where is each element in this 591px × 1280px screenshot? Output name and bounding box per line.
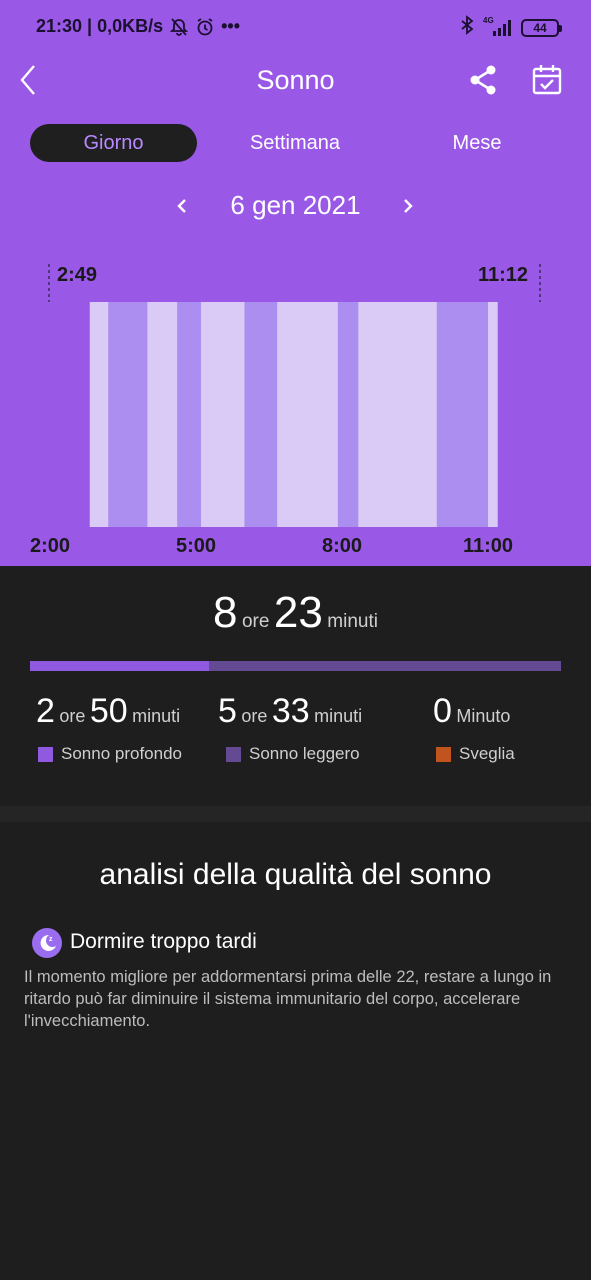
sleep-segment-leggero: [89, 302, 109, 527]
deep-hours: 2: [36, 692, 55, 730]
legend-label: Sveglia: [459, 744, 515, 763]
sleep-segment-leggero: [200, 302, 245, 527]
minutes-unit: minuti: [327, 611, 378, 632]
calendar-check-icon[interactable]: [530, 63, 564, 97]
moon-icon: z: [32, 928, 62, 958]
sleep-segment-profondo: [244, 302, 278, 527]
deep-minutes-unit: minuti: [132, 706, 181, 726]
tip-text: Il momento migliore per addormentarsi pr…: [24, 968, 552, 1030]
analysis-title: analisi della qualità del sonno: [99, 858, 492, 891]
light-hours: 5: [218, 692, 237, 730]
total-sleep: 8 ore 23 minuti: [0, 588, 591, 638]
status-time: 21:30 | 0,0KB/s: [36, 16, 164, 36]
deep-hours-unit: ore: [59, 706, 86, 726]
legend-label: Sonno profondo: [61, 744, 182, 763]
battery-level: 44: [533, 20, 547, 35]
app-header: Sonno: [0, 52, 591, 112]
legend-deep: Sonno profondo: [38, 744, 182, 764]
date-navigator: 6 gen 2021: [0, 184, 591, 228]
light-sleep-stat: 5 ore 33 minuti: [218, 692, 362, 731]
x-tick-label: 8:00: [322, 535, 363, 557]
sleep-segment-profondo: [436, 302, 488, 527]
awake-stat: 0 Minuto: [433, 692, 510, 731]
section-divider: [0, 806, 591, 822]
x-tick-label: 5:00: [176, 535, 217, 557]
awake-minutes: 0: [433, 692, 452, 730]
legend-swatch: [436, 746, 451, 762]
tab-mese[interactable]: Mese: [392, 124, 562, 162]
sleep-segment-profondo: [337, 302, 359, 527]
light-hours-unit: ore: [241, 706, 268, 726]
chart-end-label: 11:12: [478, 264, 529, 286]
sleep-segment-profondo: [108, 302, 148, 527]
tab-settimana[interactable]: Settimana: [210, 124, 380, 162]
tip-title: Dormire troppo tardi: [70, 930, 257, 953]
next-day-chevron-icon[interactable]: [396, 192, 420, 220]
chart-start-label: 2:49: [57, 264, 98, 286]
tab-giorno[interactable]: Giorno: [30, 124, 197, 162]
page-title: Sonno: [256, 65, 335, 95]
more-dots: •••: [221, 16, 241, 36]
sleep-segment-leggero: [147, 302, 178, 527]
battery-icon: 44: [521, 18, 562, 37]
legend-awake: Sveglia: [436, 744, 515, 764]
x-tick-label: 11:00: [463, 535, 514, 557]
legend-swatch: [226, 746, 241, 762]
light-minutes-unit: minuti: [314, 706, 363, 726]
x-tick-label: 2:00: [30, 535, 71, 557]
deep-sleep-stat: 2 ore 50 minuti: [36, 692, 180, 731]
sleep-segment-profondo: [177, 302, 201, 527]
legend-light: Sonno leggero: [226, 744, 360, 764]
status-bar: 21:30 | 0,0KB/s ••• 4G 44: [0, 0, 591, 52]
total-minutes: 23: [273, 588, 323, 637]
svg-text:z: z: [49, 936, 53, 943]
signal-icon: 4G: [483, 16, 513, 38]
current-date: 6 gen 2021: [230, 190, 361, 220]
sleep-segment-leggero: [358, 302, 437, 527]
share-icon[interactable]: [466, 63, 500, 97]
deep-minutes: 50: [89, 692, 128, 730]
sleep-chart: 2:49 11:12 2:00 5:00 8:00 11:00: [0, 250, 591, 560]
total-hours: 8: [213, 588, 238, 637]
hours-unit: ore: [241, 611, 270, 632]
awake-minutes-unit: Minuto: [456, 706, 511, 726]
bell-off-icon: [169, 17, 189, 37]
sleep-chart-svg: [48, 264, 541, 527]
alarm-icon: [195, 17, 215, 37]
period-tabs: Giorno Settimana Mese: [30, 124, 570, 162]
deep-sleep-fill: [30, 661, 210, 671]
legend-swatch: [38, 746, 53, 762]
sleep-segment-leggero: [277, 302, 338, 527]
light-minutes: 33: [271, 692, 310, 730]
bluetooth-icon: [459, 15, 475, 40]
legend-label: Sonno leggero: [249, 744, 360, 763]
sleep-ratio-bar: [30, 661, 561, 671]
sleep-segment-leggero: [488, 302, 498, 527]
